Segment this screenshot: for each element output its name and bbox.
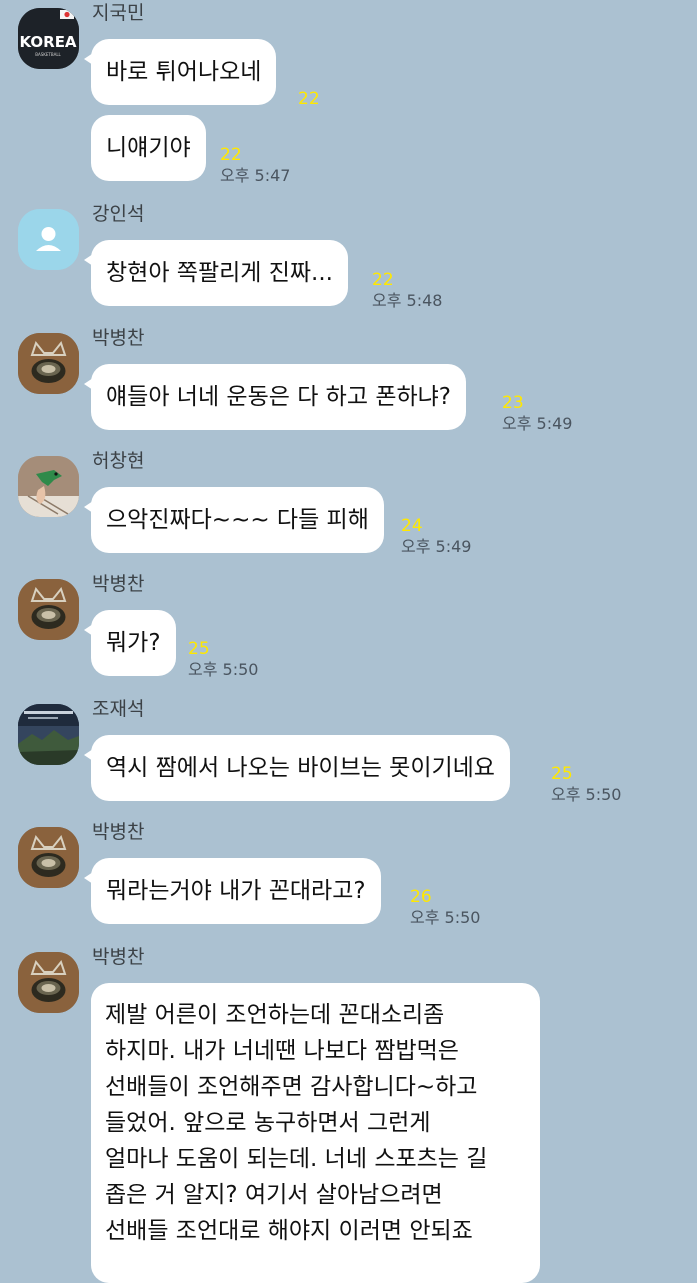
message-line: 선배들 조언대로 해야지 이러면 안되죠	[105, 1218, 473, 1244]
sender-name: 박병찬	[92, 946, 145, 968]
unread-count: 25	[551, 764, 573, 784]
message-text: 으악진짜다~~~ 다들 피해	[106, 507, 369, 533]
unread-count: 24	[401, 516, 423, 536]
message-line: 하지마. 내가 너네땐 나보다 짬밥먹은	[105, 1038, 459, 1064]
message-text: 바로 튀어나오네	[106, 59, 262, 85]
unread-count: 22	[220, 145, 242, 165]
dinosaur-avatar[interactable]	[18, 456, 79, 517]
message-meta: 25 오후 5:50	[188, 639, 258, 681]
timestamp: 오후 5:48	[372, 291, 443, 310]
message-bubble[interactable]: 뭐가?	[84, 610, 176, 676]
message-meta: 22 오후 5:48	[372, 270, 442, 312]
message-line: 얼마나 도움이 되는데. 너네 스포츠는 길	[105, 1146, 488, 1172]
chat-screen: { "messages": [ {"sender":"지국민","avatar"…	[0, 0, 697, 1283]
unread-count: 23	[502, 393, 524, 413]
timestamp: 오후 5:49	[401, 537, 472, 556]
message-meta: 22	[298, 89, 320, 109]
timestamp: 오후 5:50	[410, 908, 481, 927]
cat-bowl-avatar[interactable]	[18, 827, 79, 888]
sender-name: 강인석	[92, 203, 145, 225]
unread-count: 22	[298, 89, 320, 109]
message-text: 창현아 쪽팔리게 진짜...	[106, 260, 333, 286]
message-bubble[interactable]: 뭐라는거야 내가 꼰대라고?	[84, 858, 381, 924]
message-line: 좁은 거 알지? 여기서 살아남으려면	[105, 1182, 443, 1208]
message-line: 제발 어른이 조언하는데 꼰대소리좀	[105, 1002, 445, 1028]
sender-name: 박병찬	[92, 821, 145, 843]
unread-count: 25	[188, 639, 210, 659]
message-line: 들었어. 앞으로 농구하면서 그런게	[105, 1110, 431, 1136]
message-meta: 26 오후 5:50	[410, 887, 480, 929]
message-bubble[interactable]: 창현아 쪽팔리게 진짜...	[84, 240, 348, 306]
sender-name: 박병찬	[92, 573, 145, 595]
default-person-avatar[interactable]	[18, 209, 79, 270]
timestamp: 오후 5:49	[502, 414, 573, 433]
message-text: 뭐라는거야 내가 꼰대라고?	[106, 878, 366, 904]
message-text: 뭐가?	[106, 630, 161, 656]
message-bubble[interactable]: 역시 짬에서 나오는 바이브는 못이기네요	[84, 735, 510, 801]
message-text: 역시 짬에서 나오는 바이브는 못이기네요	[106, 755, 495, 781]
timestamp: 오후 5:50	[188, 660, 259, 679]
sender-name: 허창현	[92, 450, 145, 472]
cat-bowl-avatar[interactable]	[18, 952, 79, 1013]
message-bubble[interactable]: 제발 어른이 조언하는데 꼰대소리좀 하지마. 내가 너네땐 나보다 짬밥먹은 …	[91, 983, 540, 1283]
message-meta: 25 오후 5:50	[551, 764, 621, 806]
svg-text:KOREA: KOREA	[19, 33, 76, 51]
message-bubble[interactable]: 니얘기야	[91, 115, 206, 181]
message-meta: 23 오후 5:49	[502, 393, 572, 435]
sender-name: 박병찬	[92, 327, 145, 349]
message-line: 선배들이 조언해주면 감사합니다~하고	[105, 1074, 478, 1100]
message-bubble[interactable]: 으악진짜다~~~ 다들 피해	[84, 487, 384, 553]
unread-count: 22	[372, 270, 394, 290]
cat-bowl-avatar[interactable]	[18, 333, 79, 394]
message-meta: 24 오후 5:49	[401, 516, 471, 558]
unread-count: 26	[410, 887, 432, 907]
cat-bowl-avatar[interactable]	[18, 579, 79, 640]
message-text: 니얘기야	[106, 135, 191, 161]
svg-text:BASKETBALL: BASKETBALL	[35, 52, 61, 57]
message-text: 얘들아 너네 운동은 다 하고 폰하냐?	[106, 384, 452, 410]
timestamp: 오후 5:47	[220, 166, 291, 185]
korea-jersey-avatar[interactable]: KOREA BASKETBALL	[18, 8, 79, 69]
sender-name: 지국민	[92, 2, 145, 24]
landscape-avatar[interactable]	[18, 704, 79, 765]
message-bubble[interactable]: 얘들아 너네 운동은 다 하고 폰하냐?	[83, 364, 467, 430]
sender-name: 조재석	[92, 698, 145, 720]
message-bubble[interactable]: 바로 튀어나오네	[83, 39, 277, 105]
message-meta: 22 오후 5:47	[220, 145, 290, 187]
timestamp: 오후 5:50	[551, 785, 622, 804]
